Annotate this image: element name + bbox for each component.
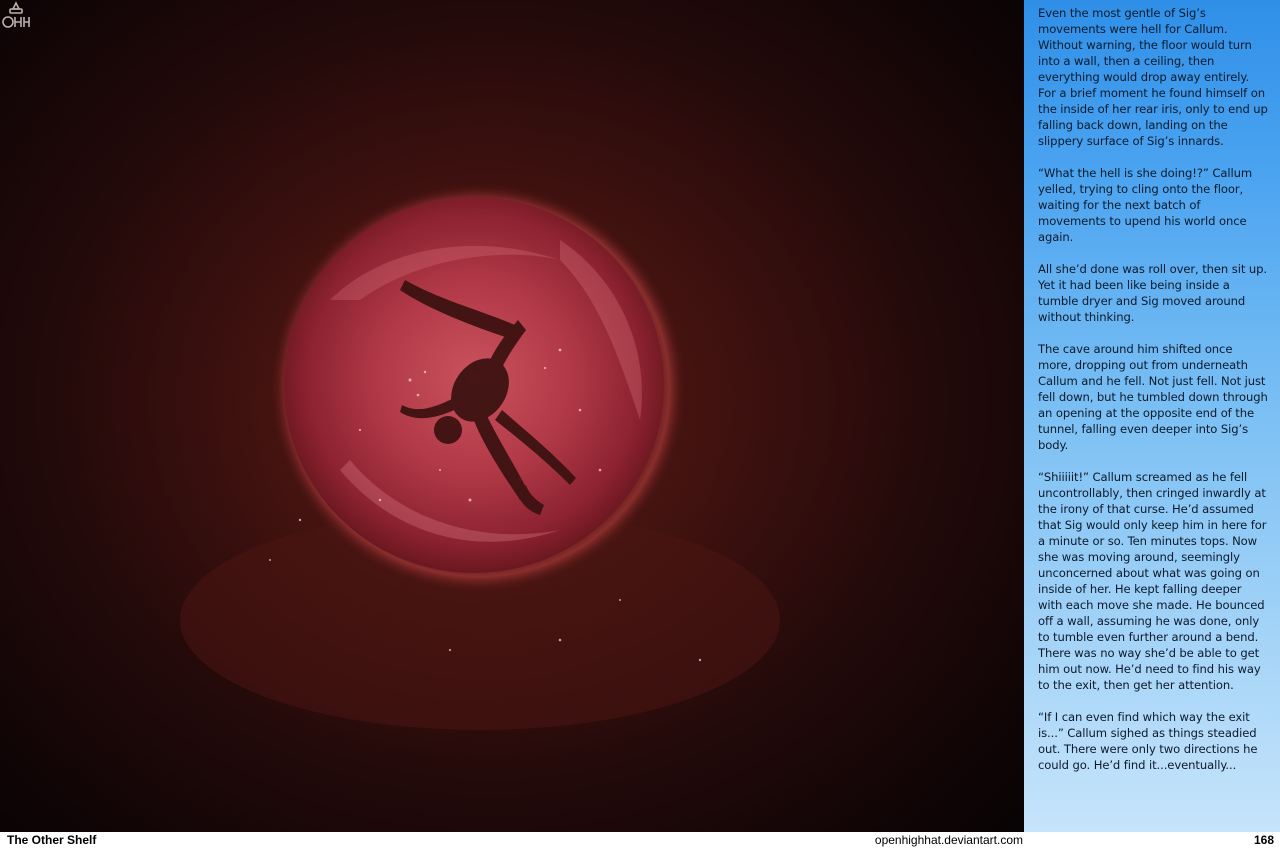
- tunnel-illustration: [110, 80, 830, 760]
- ohh-logo-icon: [2, 1, 30, 28]
- page-footer: The Other Shelf openhighhat.deviantart.c…: [0, 832, 1280, 848]
- website-link[interactable]: openhighhat.deviantart.com: [875, 832, 1023, 848]
- story-paragraph: “If I can even find which way the exit i…: [1038, 710, 1258, 772]
- story-paragraph: All she’d done was roll over, then sit u…: [1038, 262, 1267, 324]
- illustration: [0, 0, 1024, 832]
- page-number: 168: [1253, 833, 1274, 847]
- story-paragraph: The cave around him shifted once more, d…: [1038, 342, 1268, 452]
- story-text-panel: Even the most gentle of Sig’s movements …: [1024, 0, 1280, 832]
- comic-page: Even the most gentle of Sig’s movements …: [0, 0, 1280, 848]
- story-paragraph: “What the hell is she doing!?” Callum ye…: [1038, 166, 1253, 244]
- series-title: The Other Shelf: [7, 833, 97, 847]
- story-paragraph: “Shiiiiit!” Callum screamed as he fell u…: [1038, 470, 1267, 692]
- story-paragraph: Even the most gentle of Sig’s movements …: [1038, 6, 1268, 148]
